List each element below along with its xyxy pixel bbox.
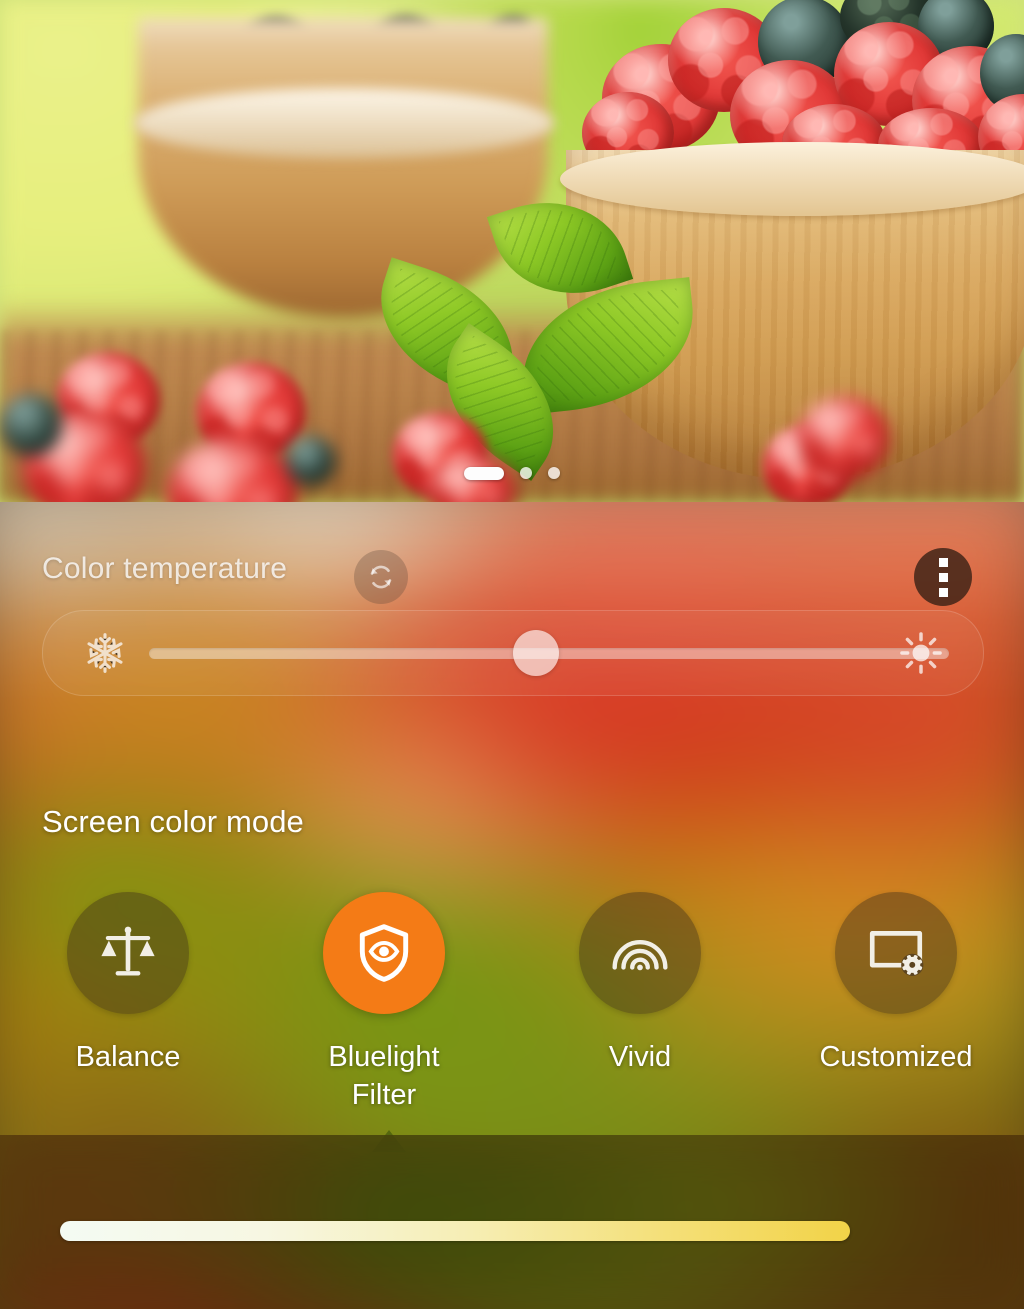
more-vertical-icon-dot-3 [938, 587, 948, 597]
page-dot-3[interactable] [548, 467, 560, 479]
mode-label-line2: Filter [351, 1079, 417, 1112]
mode-option-balance[interactable]: Balance [0, 892, 256, 1076]
reset-icon [370, 565, 392, 589]
screen-color-mode-title: Screen color mode [42, 804, 304, 839]
page-indicator[interactable] [0, 466, 1024, 480]
page-dot-2[interactable] [520, 467, 532, 479]
mode-option-bluelight-filter[interactable]: Bluelight Filter [256, 892, 512, 1115]
balance-scale-icon [101, 926, 155, 976]
mode-icon-circle-balance [67, 892, 189, 1014]
more-vertical-icon-dot-1 [938, 557, 948, 567]
color-temperature-thumb[interactable] [513, 630, 559, 676]
rainbow-arcs-icon [612, 940, 668, 971]
snowflake-icon [87, 633, 123, 673]
mode-icon-circle-customized [835, 892, 957, 1014]
page-dot-1[interactable] [464, 466, 504, 480]
screen-gear-icon [869, 931, 924, 976]
overflow-menu-button[interactable] [914, 548, 972, 606]
mode-icon-circle-bluelight-filter [323, 892, 445, 1014]
sun-icon [900, 632, 942, 674]
bluelight-intensity-track[interactable] [60, 1221, 850, 1241]
mode-option-vivid[interactable]: Vivid [512, 892, 768, 1076]
more-vertical-icon-dot-2 [938, 572, 948, 582]
bluelight-intensity-bar [0, 1135, 1024, 1309]
screen-root: Color temperature Screen color mode Bala… [0, 0, 1024, 1309]
mode-label-bluelight-filter: Bluelight Filter [328, 1038, 439, 1115]
mode-label-line1: Bluelight [328, 1041, 440, 1073]
blueberry-bowl-rim [134, 88, 554, 158]
mode-option-customized[interactable]: Customized [768, 892, 1024, 1076]
mode-label-customized: Customized [819, 1041, 973, 1073]
color-settings-panel: Color temperature Screen color mode Bala… [0, 502, 1024, 1309]
screen-color-mode-options: Balance Bluelight Filter Vivid Customize… [0, 892, 1024, 1122]
color-temperature-slider[interactable] [42, 610, 984, 696]
color-temperature-reset-button[interactable] [354, 550, 408, 604]
shield-eye-icon [359, 924, 409, 982]
mode-label-balance: Balance [75, 1041, 181, 1073]
mode-icon-circle-vivid [579, 892, 701, 1014]
color-temperature-label: Color temperature [42, 552, 288, 585]
raspberry-bowl-rim [560, 142, 1024, 216]
color-temperature-row: Color temperature [0, 540, 1024, 610]
mode-label-vivid: Vivid [608, 1041, 672, 1073]
wallpaper-preview[interactable] [0, 0, 1024, 502]
